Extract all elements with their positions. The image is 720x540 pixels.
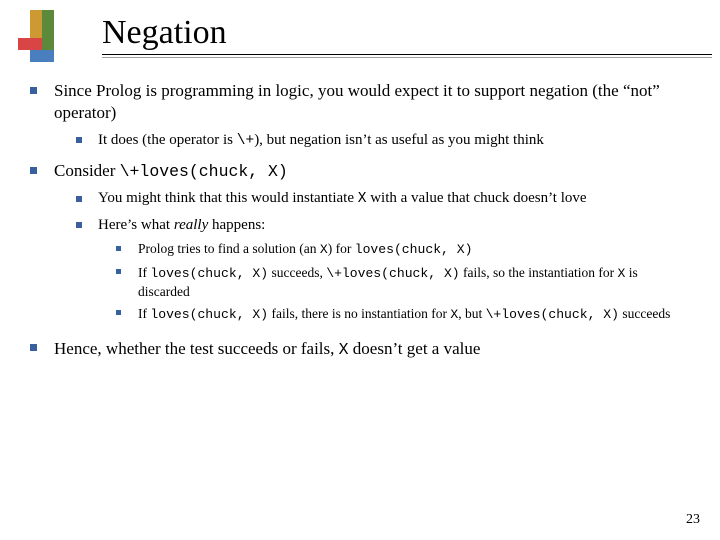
square-bullet-icon xyxy=(76,196,82,202)
text: If xyxy=(138,265,150,280)
bullet-if-fails: If loves(chuck, X) fails, there is no in… xyxy=(116,305,690,324)
code-loves: loves(chuck, X) xyxy=(150,266,268,281)
text: It does (the operator is xyxy=(98,132,237,148)
title-rule-bottom xyxy=(102,57,712,58)
text: happens: xyxy=(208,217,265,233)
text: fails, there is no instantiation for xyxy=(268,306,450,321)
content-body: Since Prolog is programming in logic, yo… xyxy=(30,80,690,360)
code-x: X xyxy=(450,307,458,322)
text: Here’s what xyxy=(98,217,174,233)
square-bullet-icon xyxy=(116,310,121,315)
square-bullet-icon xyxy=(30,87,37,94)
text: succeeds xyxy=(619,306,670,321)
code-notloves: \+loves(chuck, X) xyxy=(486,307,619,322)
square-bullet-icon xyxy=(76,137,82,143)
bullet-text: Since Prolog is programming in logic, yo… xyxy=(54,81,660,122)
code-loves: loves(chuck, X) xyxy=(150,307,268,322)
square-bullet-icon xyxy=(116,269,121,274)
bullet-you-might-think: You might think that this would instanti… xyxy=(76,189,690,209)
code-loves: loves(chuck, X) xyxy=(355,242,473,257)
text: You might think that this would instanti… xyxy=(98,190,358,206)
text: , but xyxy=(458,306,485,321)
code-x: X xyxy=(339,340,349,359)
bullet-consider: Consider \+loves(chuck, X) You might thi… xyxy=(30,160,690,323)
code-x: X xyxy=(320,242,328,257)
square-bullet-icon xyxy=(116,246,121,251)
bullet-since-prolog: Since Prolog is programming in logic, yo… xyxy=(30,80,690,150)
bullet-it-does: It does (the operator is \+), but negati… xyxy=(76,131,690,151)
text: If xyxy=(138,306,150,321)
text: doesn’t get a value xyxy=(349,339,481,358)
square-bullet-icon xyxy=(30,167,37,174)
bullet-if-succeeds: If loves(chuck, X) succeeds, \+loves(chu… xyxy=(116,264,690,300)
bullet-heres-what-happens: Here’s what really happens: Prolog tries… xyxy=(76,216,690,324)
code-loves: \+loves(chuck, X) xyxy=(120,162,288,181)
slide-logo-icon xyxy=(12,10,70,62)
title-rule-top xyxy=(102,54,712,55)
text: with a value that chuck doesn’t love xyxy=(366,190,586,206)
text: Prolog tries to find a solution (an xyxy=(138,241,320,256)
text-em-really: really xyxy=(174,217,208,233)
text: fails, so the instantiation for xyxy=(460,265,618,280)
title-block: Negation xyxy=(102,14,690,58)
square-bullet-icon xyxy=(76,222,82,228)
page-title: Negation xyxy=(102,14,690,52)
page-number: 23 xyxy=(686,512,700,528)
text: Consider xyxy=(54,161,120,180)
text: succeeds, xyxy=(268,265,326,280)
slide: Negation Since Prolog is programming in … xyxy=(0,0,720,540)
bullet-prolog-tries: Prolog tries to find a solution (an X) f… xyxy=(116,240,690,259)
text: Hence, whether the test succeeds or fail… xyxy=(54,339,339,358)
text: ) for xyxy=(328,241,355,256)
square-bullet-icon xyxy=(30,344,37,351)
code-notloves: \+loves(chuck, X) xyxy=(326,266,459,281)
code-notplus: \+ xyxy=(237,133,254,149)
text: ), but negation isn’t as useful as you m… xyxy=(254,132,544,148)
bullet-hence: Hence, whether the test succeeds or fail… xyxy=(30,338,690,360)
